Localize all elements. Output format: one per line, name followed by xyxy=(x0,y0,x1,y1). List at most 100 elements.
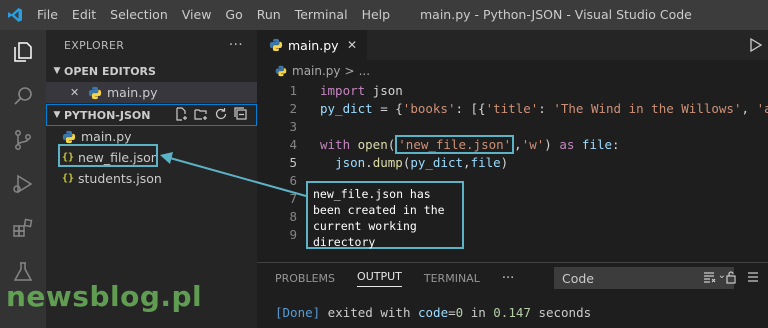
collapse-all-icon[interactable] xyxy=(234,107,248,121)
menu-help[interactable]: Help xyxy=(355,0,398,30)
output-token: 0.147 xyxy=(493,305,531,320)
tab-terminal[interactable]: TERMINAL xyxy=(424,272,480,285)
code-line-4: with open('new_file.json' ,'w') as file: xyxy=(320,135,620,154)
code-token: file xyxy=(470,155,501,170)
output-status: [Done] xyxy=(275,305,321,320)
menu-selection[interactable]: Selection xyxy=(103,0,175,30)
callout-line: been created in the xyxy=(313,203,445,217)
explorer-title: EXPLORER xyxy=(64,38,125,52)
project-folder-header[interactable]: ▼ PYTHON-JSON xyxy=(46,104,257,126)
line-number: 2 xyxy=(289,101,297,116)
code-token: import xyxy=(320,83,366,98)
breadcrumb-file[interactable]: main.py xyxy=(292,64,341,78)
menu-go[interactable]: Go xyxy=(218,0,249,30)
title-bar: File Edit Selection View Go Run Terminal… xyxy=(0,0,768,30)
python-file-icon xyxy=(275,65,287,77)
output-token: seconds xyxy=(530,305,592,320)
code-token: file xyxy=(574,137,613,152)
clear-output-icon[interactable] xyxy=(702,270,716,287)
menu-view[interactable]: View xyxy=(175,0,219,30)
menu-run[interactable]: Run xyxy=(250,0,288,30)
explorer-header: EXPLORER ··· xyxy=(46,30,257,60)
callout-line: new_file.json has xyxy=(313,187,431,201)
vscode-logo-icon xyxy=(0,0,30,30)
code-token: : [{ xyxy=(455,101,486,116)
bottom-panel: PROBLEMS OUTPUT TERMINAL ··· Code ⌄ [Don… xyxy=(257,262,768,328)
project-label: PYTHON-JSON xyxy=(64,108,151,122)
search-icon[interactable] xyxy=(9,82,37,110)
python-file-icon xyxy=(62,130,76,143)
code-token: , xyxy=(463,155,471,170)
chevron-down-icon: ▼ xyxy=(53,110,61,120)
code-token: : xyxy=(612,137,620,152)
close-editor-icon[interactable]: ✕ xyxy=(70,86,88,99)
code-token: . xyxy=(365,155,373,170)
code-token: py_dict xyxy=(320,101,373,116)
code-token: = { xyxy=(372,101,403,116)
open-editor-item[interactable]: ✕ main.py xyxy=(46,82,257,103)
open-editor-label: main.py xyxy=(107,85,158,100)
tab-output[interactable]: OUTPUT xyxy=(357,270,402,287)
run-file-icon[interactable] xyxy=(748,37,764,56)
highlight-box-new-file xyxy=(58,144,158,167)
new-folder-icon[interactable] xyxy=(194,107,208,121)
tab-problems[interactable]: PROBLEMS xyxy=(275,272,335,285)
tab-close-icon[interactable]: ✕ xyxy=(347,38,357,52)
annotation-callout: new_file.json has been created in the cu… xyxy=(306,181,464,249)
output-token: code xyxy=(418,305,449,320)
json-file-icon: {} xyxy=(62,173,75,184)
code-token: 'The Wind in the Willows' xyxy=(553,101,742,116)
breadcrumb-separator: > xyxy=(344,64,355,78)
python-file-icon xyxy=(269,38,283,52)
code-token: 'books' xyxy=(402,101,456,116)
line-number: 3 xyxy=(289,119,297,134)
file-label: main.py xyxy=(81,129,132,144)
callout-line: current working xyxy=(313,219,417,233)
clear-icon[interactable] xyxy=(746,270,760,287)
output-token: = xyxy=(448,305,456,320)
code-token: , xyxy=(514,137,522,152)
line-number: 7 xyxy=(289,191,297,206)
menu-file[interactable]: File xyxy=(30,0,65,30)
chevron-down-icon: ▼ xyxy=(53,66,61,76)
panel-actions xyxy=(702,270,760,287)
watermark: newsblog.pl xyxy=(6,280,203,313)
refresh-icon[interactable] xyxy=(214,107,228,121)
line-number: 4 xyxy=(289,137,297,152)
window-title: main.py - Python-JSON - Visual Studio Co… xyxy=(420,7,692,22)
open-editors-section[interactable]: ▼ OPEN EDITORS xyxy=(46,60,257,82)
run-debug-icon[interactable] xyxy=(9,170,37,198)
code-token: ) xyxy=(500,155,509,170)
line-number: 1 xyxy=(289,83,297,98)
output-text: [Done] exited with code=0 in 0.147 secon… xyxy=(275,305,591,320)
open-editors-label: OPEN EDITORS xyxy=(64,64,156,78)
menu-terminal[interactable]: Terminal xyxy=(288,0,355,30)
file-item-students-json[interactable]: {} students.json xyxy=(46,168,257,189)
code-token: as xyxy=(551,137,575,152)
code-token: : xyxy=(538,101,554,116)
more-actions-icon[interactable]: ··· xyxy=(229,37,243,53)
panel-more-icon[interactable]: ··· xyxy=(502,271,514,286)
file-label: students.json xyxy=(78,171,162,186)
tab-main-py[interactable]: main.py ✕ xyxy=(257,30,367,60)
line-number: 6 xyxy=(289,173,297,188)
code-token: dump xyxy=(372,155,403,170)
highlighted-filename: 'new_file.json' xyxy=(395,135,515,154)
code-line-1: import json xyxy=(320,82,403,100)
line-number: 9 xyxy=(289,227,297,242)
line-number: 8 xyxy=(289,209,297,224)
extensions-icon[interactable] xyxy=(9,214,37,242)
source-control-icon[interactable] xyxy=(9,126,37,154)
output-token: exited with xyxy=(320,305,418,320)
breadcrumb-more[interactable]: ... xyxy=(359,64,370,78)
code-token: with xyxy=(320,137,351,152)
explorer-icon[interactable] xyxy=(9,38,37,66)
menu-edit[interactable]: Edit xyxy=(65,0,103,30)
line-number-current: 5 xyxy=(289,155,297,170)
lock-scroll-icon[interactable] xyxy=(724,270,738,287)
tab-label: main.py xyxy=(288,37,339,53)
menu-bar: File Edit Selection View Go Run Terminal… xyxy=(30,0,397,30)
new-file-icon[interactable] xyxy=(174,107,188,121)
code-line-5: json.dump(py_dict,file) xyxy=(320,154,508,172)
